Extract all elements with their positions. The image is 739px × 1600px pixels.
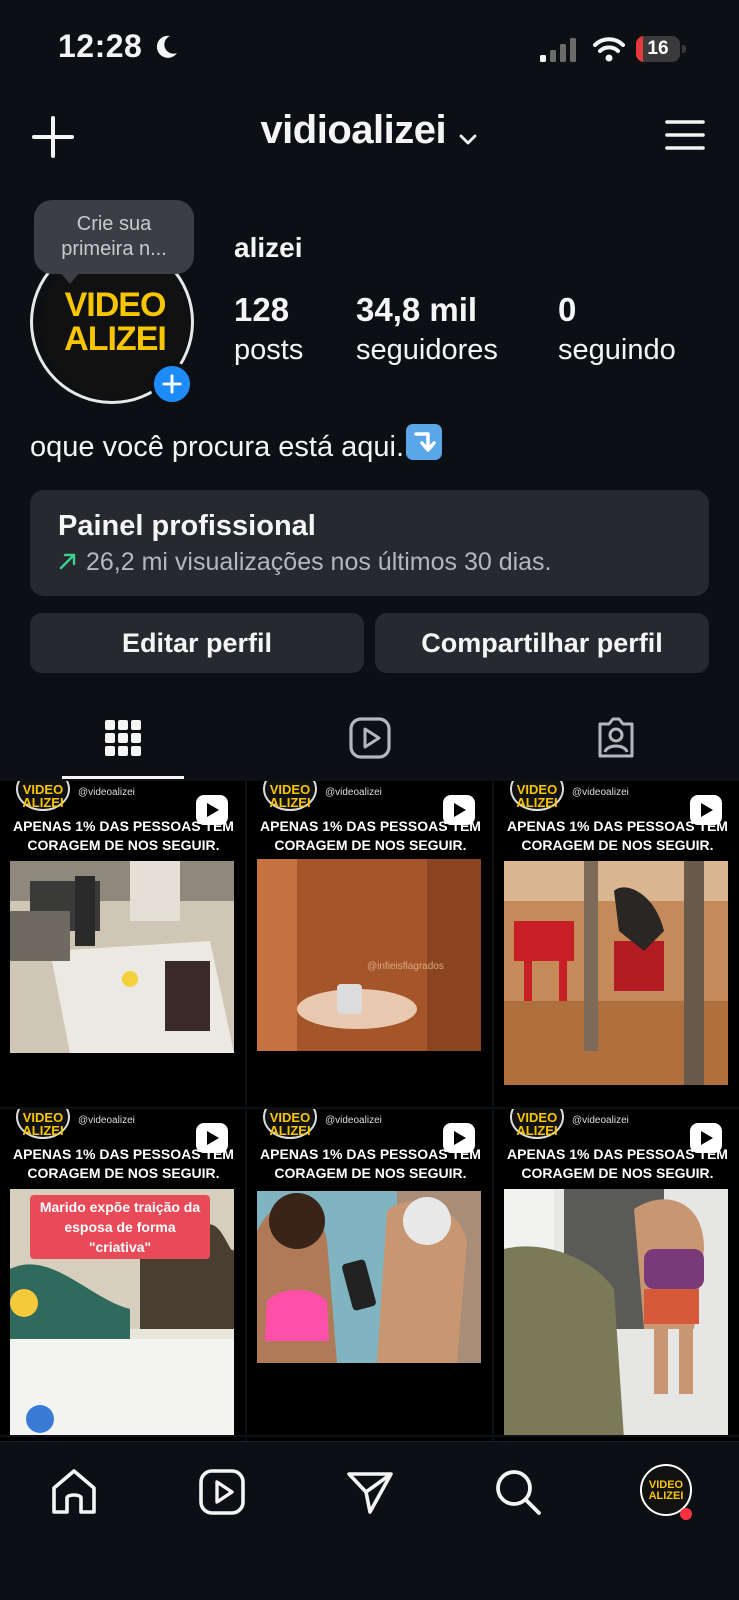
profile-header: vidioalizei bbox=[0, 100, 739, 172]
tooltip-line2: primeira n... bbox=[61, 238, 167, 260]
tile-handle: @videoalizei bbox=[572, 1115, 629, 1126]
post-thumbnail: Marido expõe traição da esposa de forma … bbox=[10, 1189, 234, 1435]
tile-caption: APENAS 1% DAS PESSOAS TEM CORAGEM DE NOS … bbox=[507, 1146, 728, 1181]
posts-grid: VIDEO ALIZEI @videoalizei APENAS 1% DAS P… bbox=[0, 781, 739, 1441]
add-story-plus-icon[interactable] bbox=[150, 362, 194, 406]
profile-bio: oque você procura está aqui. bbox=[30, 424, 443, 464]
menu-icon[interactable] bbox=[664, 116, 706, 154]
battery-indicator: 16 bbox=[636, 36, 686, 62]
display-name: alizei bbox=[234, 232, 303, 263]
profile-tabs bbox=[0, 698, 739, 780]
post-tile[interactable]: VIDEO ALIZEI @videoalizei APENAS 1% DAS P… bbox=[247, 781, 492, 1107]
avatar-logo-line2: ALIZEI bbox=[64, 320, 167, 358]
account-switcher[interactable]: vidioalizei bbox=[0, 108, 739, 153]
edit-profile-button[interactable]: Editar perfil bbox=[30, 613, 364, 673]
video-overlay-text: Marido expõe traição da esposa de forma … bbox=[30, 1195, 210, 1259]
tooltip-line1: Crie sua bbox=[76, 213, 152, 235]
status-time: 12:28 bbox=[58, 28, 143, 64]
stat-followers-label: seguidores bbox=[356, 334, 498, 366]
tile-handle: @videoalizei bbox=[78, 1115, 135, 1126]
stat-posts-label: posts bbox=[234, 334, 304, 366]
nav-avatar-line2: ALIZEI bbox=[648, 1490, 684, 1502]
tile-logo: VIDEO ALIZEI bbox=[263, 781, 317, 811]
post-tile[interactable]: VIDEO ALIZEI @videoalizei APENAS 1% DAS P… bbox=[494, 1109, 739, 1435]
stat-followers[interactable]: 34,8 mil seguidores bbox=[356, 290, 498, 370]
tile-logo: VIDEO ALIZEI bbox=[16, 1109, 70, 1139]
post-thumbnail bbox=[504, 861, 728, 1085]
avatar-logo-line1: VIDEO bbox=[64, 286, 167, 324]
chevron-down-icon[interactable] bbox=[457, 128, 479, 150]
post-thumbnail bbox=[257, 1191, 481, 1363]
status-bar: 12:28 16 bbox=[0, 0, 739, 100]
create-note-tooltip[interactable]: Crie sua primeira n... bbox=[34, 200, 194, 274]
tile-logo: VIDEO ALIZEI bbox=[263, 1109, 317, 1139]
post-tile[interactable]: VIDEO ALIZEI @videoalizei APENAS 1% DAS P… bbox=[247, 1109, 492, 1435]
trend-up-icon bbox=[59, 553, 76, 570]
grid-icon bbox=[105, 720, 141, 756]
tile-caption: APENAS 1% DAS PESSOAS TEM CORAGEM DE NOS … bbox=[13, 1146, 234, 1181]
tile-caption: APENAS 1% DAS PESSOAS TEM CORAGEM DE NOS … bbox=[260, 818, 481, 853]
header-username[interactable]: vidioalizei bbox=[260, 108, 446, 152]
tile-handle: @videoalizei bbox=[572, 787, 629, 798]
tile-caption: APENAS 1% DAS PESSOAS TEM CORAGEM DE NOS … bbox=[13, 818, 234, 853]
tile-handle: @videoalizei bbox=[325, 787, 382, 798]
battery-level: 16 bbox=[647, 38, 669, 59]
tile-handle: @videoalizei bbox=[325, 1115, 382, 1126]
tab-reels[interactable] bbox=[246, 698, 492, 780]
share-profile-button[interactable]: Compartilhar perfil bbox=[375, 613, 709, 673]
professional-dashboard[interactable]: Painel profissional 26,2 mi visualizaçõe… bbox=[30, 490, 709, 596]
dashboard-subtitle-row: 26,2 mi visualizações nos últimos 30 dia… bbox=[58, 548, 552, 577]
reels-nav-icon[interactable] bbox=[196, 1466, 248, 1518]
post-tile[interactable]: VIDEO ALIZEI @videoalizei APENAS 1% DAS P… bbox=[0, 781, 245, 1107]
post-tile[interactable]: VIDEO ALIZEI @videoalizei APENAS 1% DAS P… bbox=[0, 1109, 245, 1435]
bottom-navigation: VIDEO ALIZEI bbox=[0, 1441, 739, 1600]
tile-logo: VIDEO ALIZEI bbox=[510, 1109, 564, 1139]
arrow-down-emoji-icon bbox=[406, 424, 443, 460]
tile-caption: APENAS 1% DAS PESSOAS TEM CORAGEM DE NOS … bbox=[260, 1146, 481, 1181]
home-icon[interactable] bbox=[48, 1466, 100, 1518]
stat-following-label: seguindo bbox=[558, 334, 676, 366]
post-tile[interactable]: VIDEO ALIZEI @videoalizei APENAS 1% DAS P… bbox=[494, 781, 739, 1107]
send-message-icon[interactable] bbox=[344, 1466, 396, 1518]
signal-icon bbox=[540, 38, 576, 62]
tagged-person-icon bbox=[598, 717, 634, 758]
stat-posts-count: 128 bbox=[234, 291, 290, 328]
stat-following-count: 0 bbox=[558, 291, 577, 328]
tab-tagged[interactable] bbox=[492, 698, 738, 780]
moon-icon bbox=[156, 35, 177, 58]
tab-posts-grid[interactable] bbox=[0, 698, 246, 780]
bio-text: oque você procura está aqui. bbox=[30, 431, 405, 463]
notification-dot bbox=[680, 1508, 692, 1520]
svg-text:@infieisflagrados: @infieisflagrados bbox=[367, 961, 444, 972]
tile-logo: VIDEO ALIZEI bbox=[510, 781, 564, 811]
dashboard-subtitle: 26,2 mi visualizações nos últimos 30 dia… bbox=[86, 548, 552, 576]
stat-following[interactable]: 0 seguindo bbox=[558, 290, 676, 370]
post-thumbnail bbox=[504, 1189, 728, 1435]
dashboard-title: Painel profissional bbox=[58, 510, 316, 542]
active-tab-indicator bbox=[62, 776, 184, 779]
post-thumbnail: @infieisflagrados bbox=[257, 859, 481, 1051]
stat-followers-count: 34,8 mil bbox=[356, 291, 478, 328]
tooltip-tail bbox=[60, 272, 80, 284]
search-icon[interactable] bbox=[492, 1466, 544, 1518]
tile-handle: @videoalizei bbox=[78, 787, 135, 798]
stat-posts[interactable]: 128 posts bbox=[234, 290, 303, 370]
wifi-icon bbox=[593, 37, 625, 62]
tile-caption: APENAS 1% DAS PESSOAS TEM CORAGEM DE NOS … bbox=[507, 818, 728, 853]
post-thumbnail bbox=[10, 861, 234, 1053]
reels-icon bbox=[349, 717, 391, 759]
tile-logo: VIDEO ALIZEI bbox=[16, 781, 70, 811]
